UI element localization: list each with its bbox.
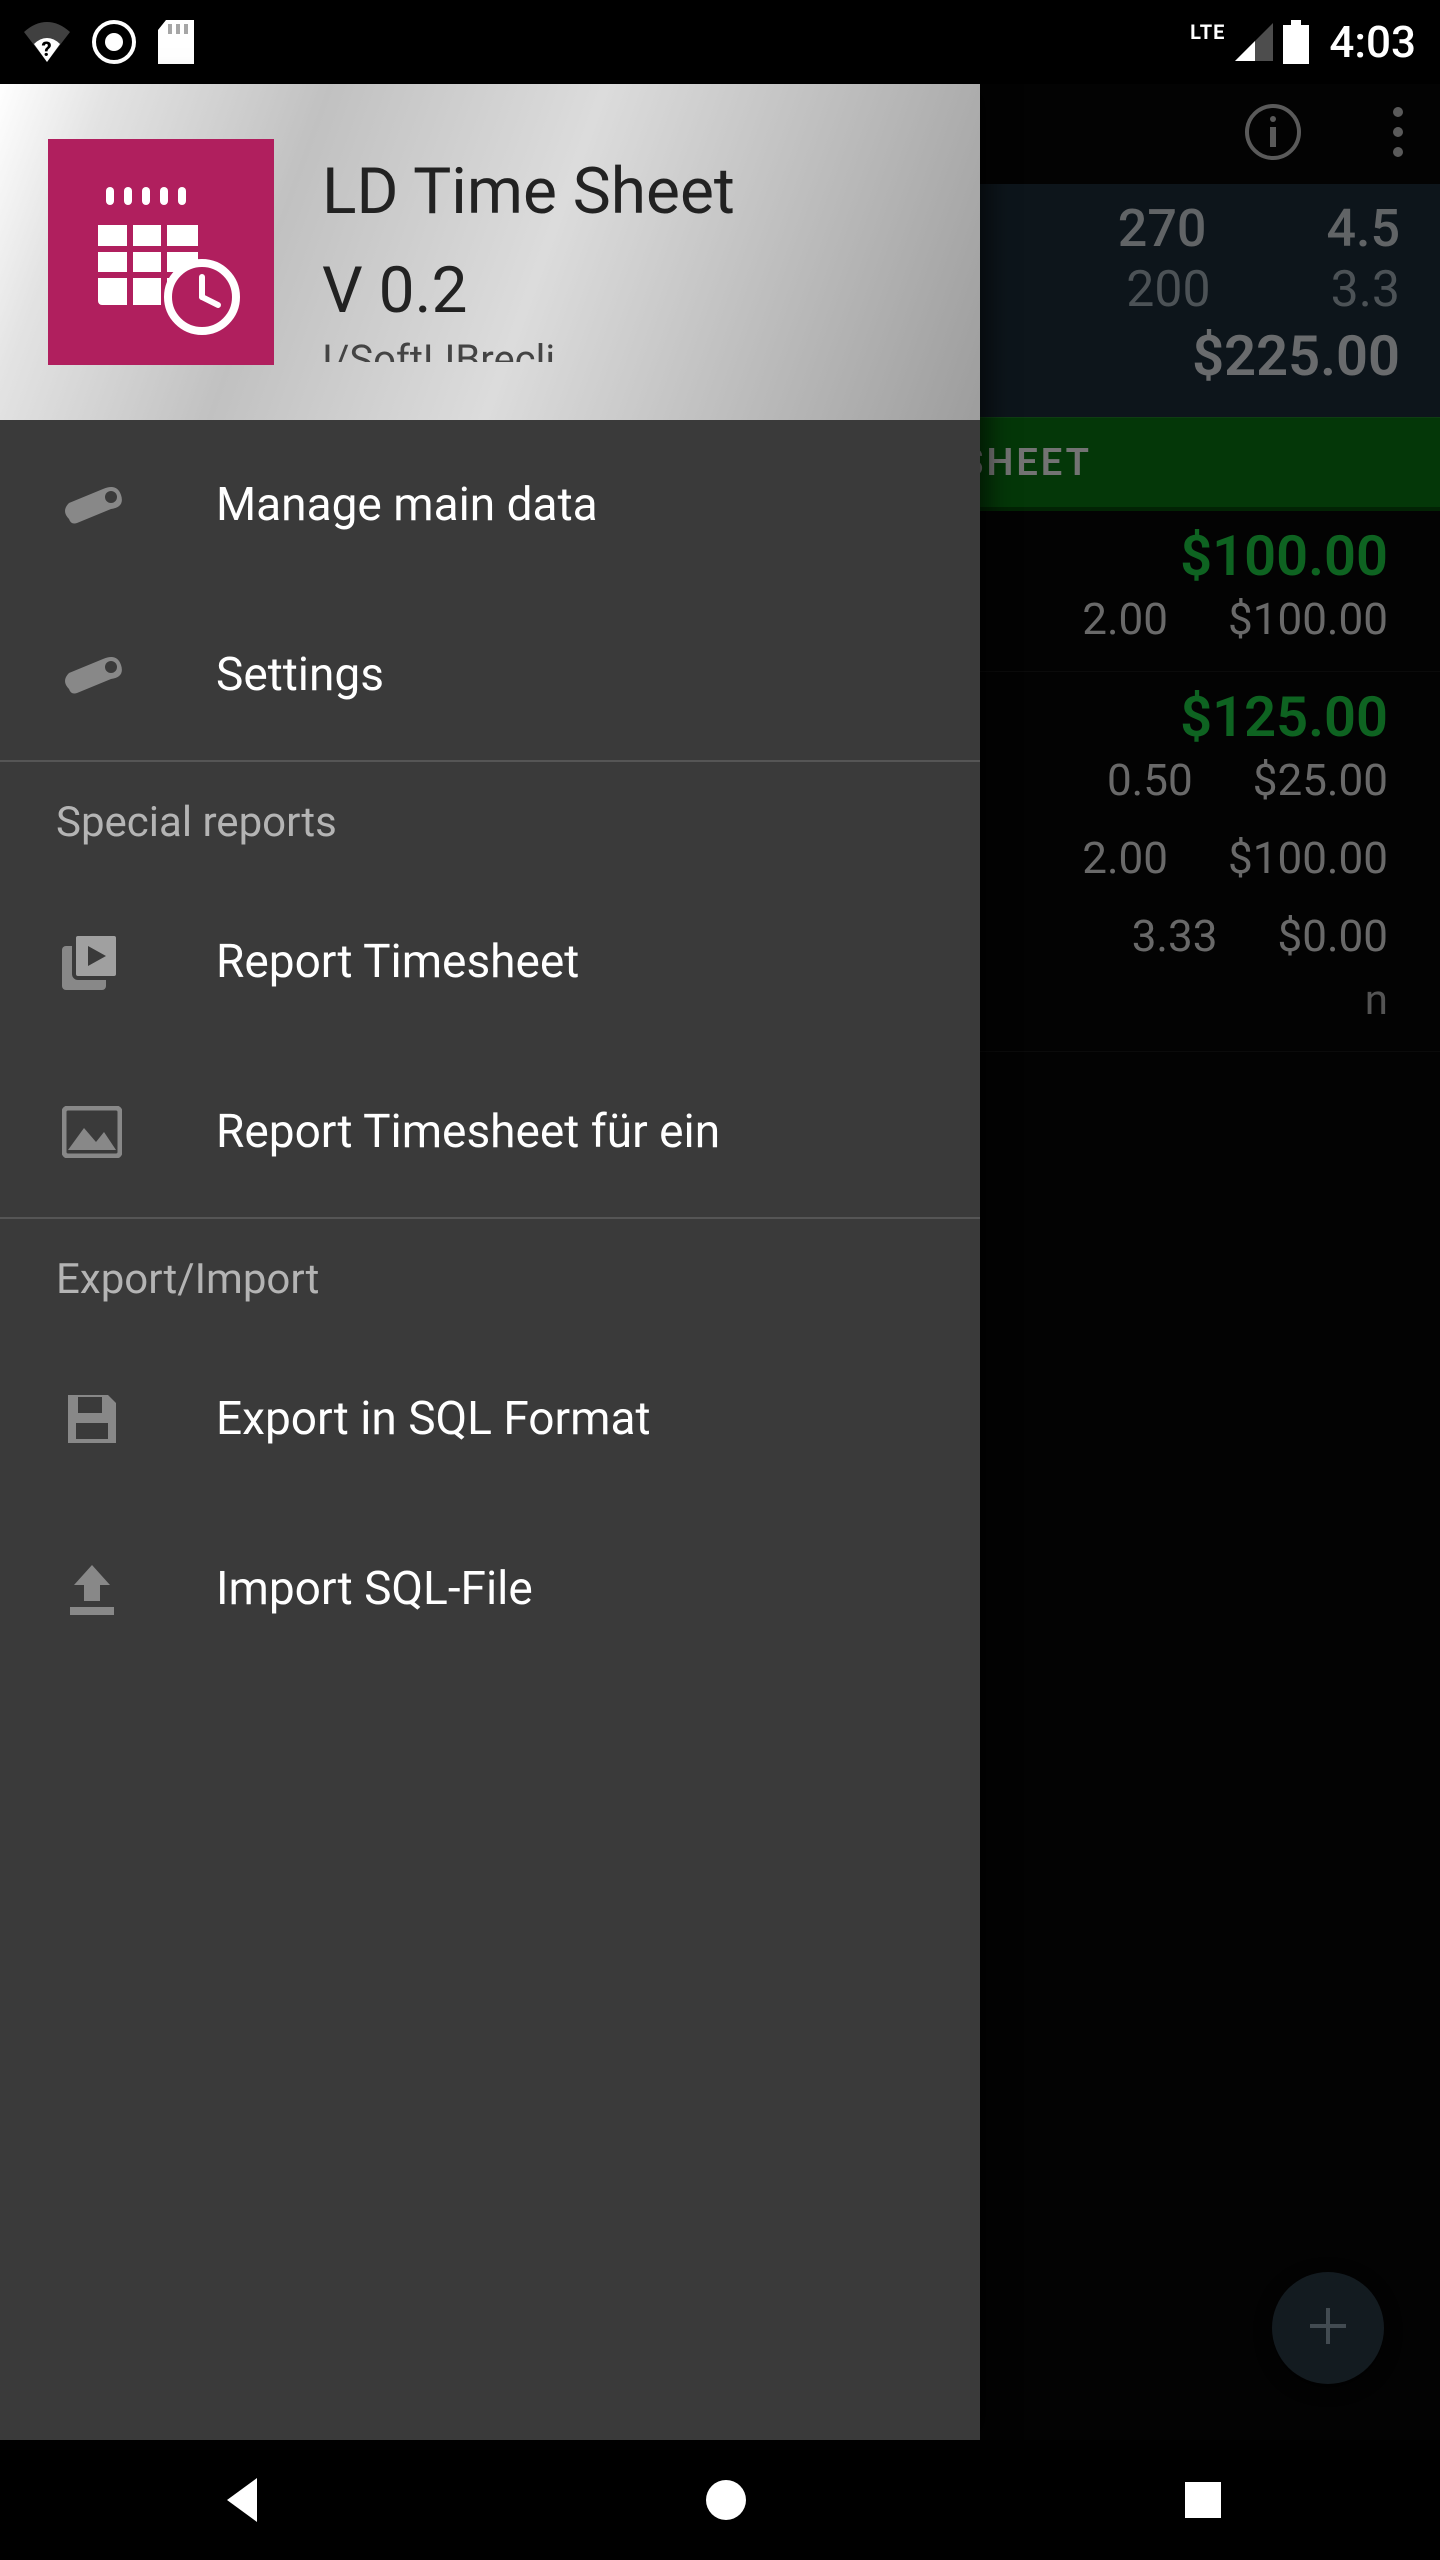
section-header-reports: Special reports — [0, 760, 980, 877]
navigation-drawer: LD Time Sheet V 0.2 I/SoftLIBrecli Manag… — [0, 84, 980, 2440]
nav-item-export-sql[interactable]: Export in SQL Format — [0, 1334, 980, 1504]
nav-item-settings[interactable]: Settings — [0, 590, 980, 760]
nav-label: Report Timesheet für ein — [216, 1105, 720, 1159]
back-button[interactable] — [215, 2472, 271, 2528]
clock-text: 4:03 — [1329, 16, 1416, 68]
save-icon — [56, 1391, 128, 1447]
nav-item-report-timesheet[interactable]: Report Timesheet — [0, 877, 980, 1047]
wrench-icon — [56, 483, 128, 527]
section-header-export: Export/Import — [0, 1217, 980, 1334]
wrench-icon — [56, 653, 128, 697]
sd-card-icon — [158, 20, 194, 64]
nav-label: Export in SQL Format — [216, 1392, 651, 1446]
battery-icon — [1283, 20, 1309, 64]
system-nav-bar — [0, 2440, 1440, 2560]
home-button[interactable] — [701, 2475, 751, 2525]
recents-button[interactable] — [1181, 2478, 1225, 2522]
upload-icon — [56, 1561, 128, 1617]
svg-text:?: ? — [41, 37, 52, 61]
nav-label: Settings — [216, 648, 384, 702]
nav-item-report-timesheet-single[interactable]: Report Timesheet für ein — [0, 1047, 980, 1217]
nav-label: Report Timesheet — [216, 935, 579, 989]
status-bar: ? LTE 4:03 — [0, 0, 1440, 84]
app-version: V 0.2 — [322, 241, 735, 340]
wifi-question-icon: ? — [24, 22, 70, 62]
image-icon — [56, 1106, 128, 1158]
truncated-subtitle: I/SoftLIBrecli — [322, 340, 735, 362]
app-logo — [48, 139, 274, 365]
lte-label: LTE — [1190, 20, 1225, 44]
nav-label: Import SQL-File — [216, 1562, 533, 1616]
nav-label: Manage main data — [216, 478, 598, 532]
cell-signal-icon — [1235, 23, 1273, 61]
app-name: LD Time Sheet — [322, 142, 735, 241]
drawer-header: LD Time Sheet V 0.2 I/SoftLIBrecli — [0, 84, 980, 420]
nav-item-import-sql[interactable]: Import SQL-File — [0, 1504, 980, 1674]
nav-item-manage-data[interactable]: Manage main data — [0, 420, 980, 590]
play-stack-icon — [56, 932, 128, 992]
circle-dot-icon — [92, 20, 136, 64]
